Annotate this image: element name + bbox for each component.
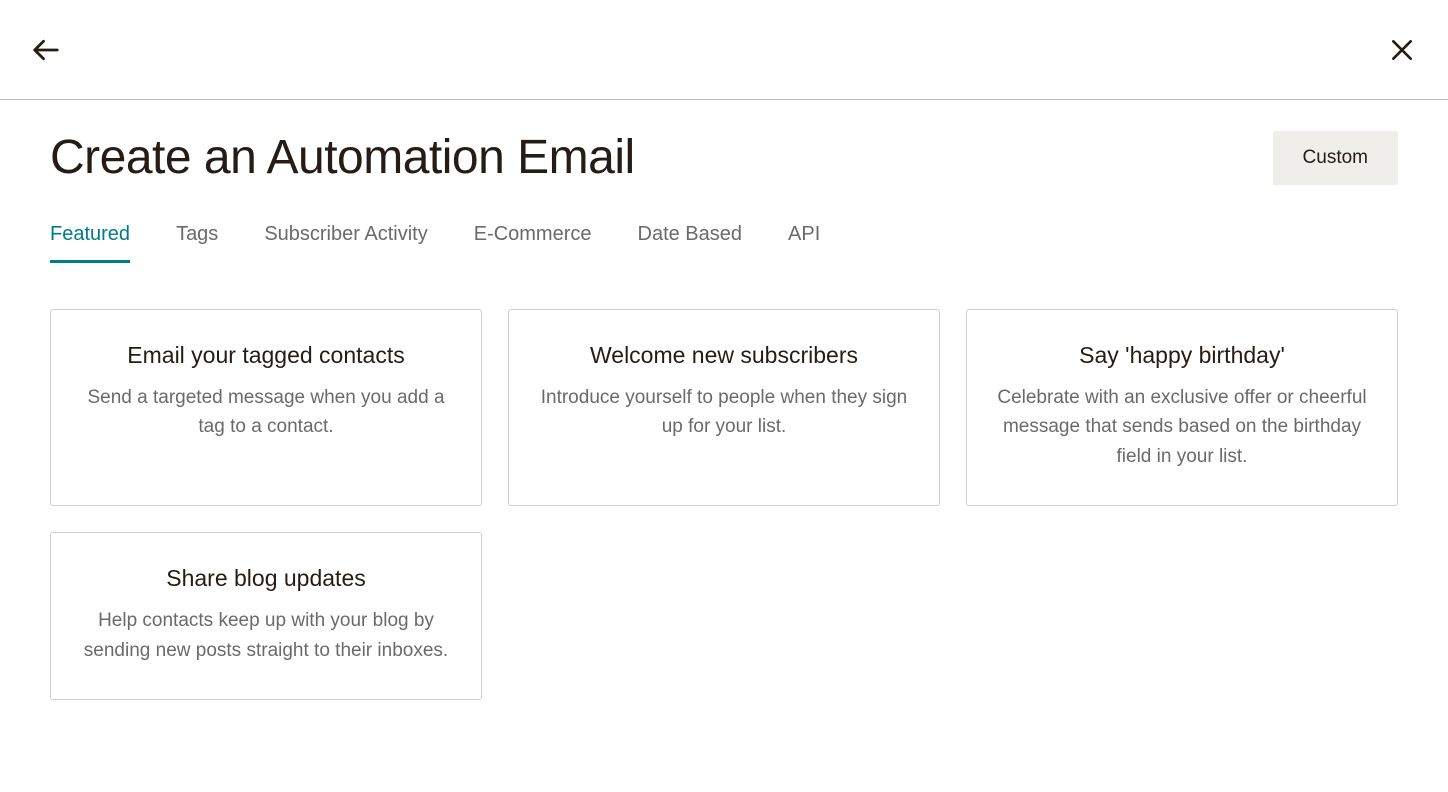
- card-welcome-new-subscribers[interactable]: Welcome new subscribers Introduce yourse…: [508, 309, 940, 506]
- custom-button[interactable]: Custom: [1273, 131, 1398, 185]
- back-arrow-icon: [31, 35, 61, 65]
- card-say-happy-birthday[interactable]: Say 'happy birthday' Celebrate with an e…: [966, 309, 1398, 506]
- card-description: Send a targeted message when you add a t…: [79, 383, 453, 442]
- cards-grid: Email your tagged contacts Send a target…: [50, 309, 1398, 700]
- close-icon: [1389, 37, 1415, 63]
- tab-tags[interactable]: Tags: [176, 223, 218, 263]
- tab-featured[interactable]: Featured: [50, 223, 130, 263]
- top-bar: [0, 0, 1448, 100]
- tab-e-commerce[interactable]: E-Commerce: [474, 223, 592, 263]
- card-description: Celebrate with an exclusive offer or che…: [995, 383, 1369, 471]
- page-title: Create an Automation Email: [50, 130, 635, 185]
- card-description: Introduce yourself to people when they s…: [537, 383, 911, 442]
- card-title: Welcome new subscribers: [537, 342, 911, 369]
- card-title: Say 'happy birthday': [995, 342, 1369, 369]
- card-share-blog-updates[interactable]: Share blog updates Help contacts keep up…: [50, 532, 482, 700]
- card-email-tagged-contacts[interactable]: Email your tagged contacts Send a target…: [50, 309, 482, 506]
- card-description: Help contacts keep up with your blog by …: [79, 606, 453, 665]
- card-title: Share blog updates: [79, 565, 453, 592]
- tabs-nav: Featured Tags Subscriber Activity E-Comm…: [50, 223, 1398, 263]
- main-content: Create an Automation Email Custom Featur…: [0, 100, 1448, 700]
- tab-date-based[interactable]: Date Based: [638, 223, 743, 263]
- back-button[interactable]: [26, 30, 66, 70]
- card-title: Email your tagged contacts: [79, 342, 453, 369]
- header-row: Create an Automation Email Custom: [50, 130, 1398, 185]
- close-button[interactable]: [1382, 30, 1422, 70]
- tab-subscriber-activity[interactable]: Subscriber Activity: [264, 223, 427, 263]
- tab-api[interactable]: API: [788, 223, 820, 263]
